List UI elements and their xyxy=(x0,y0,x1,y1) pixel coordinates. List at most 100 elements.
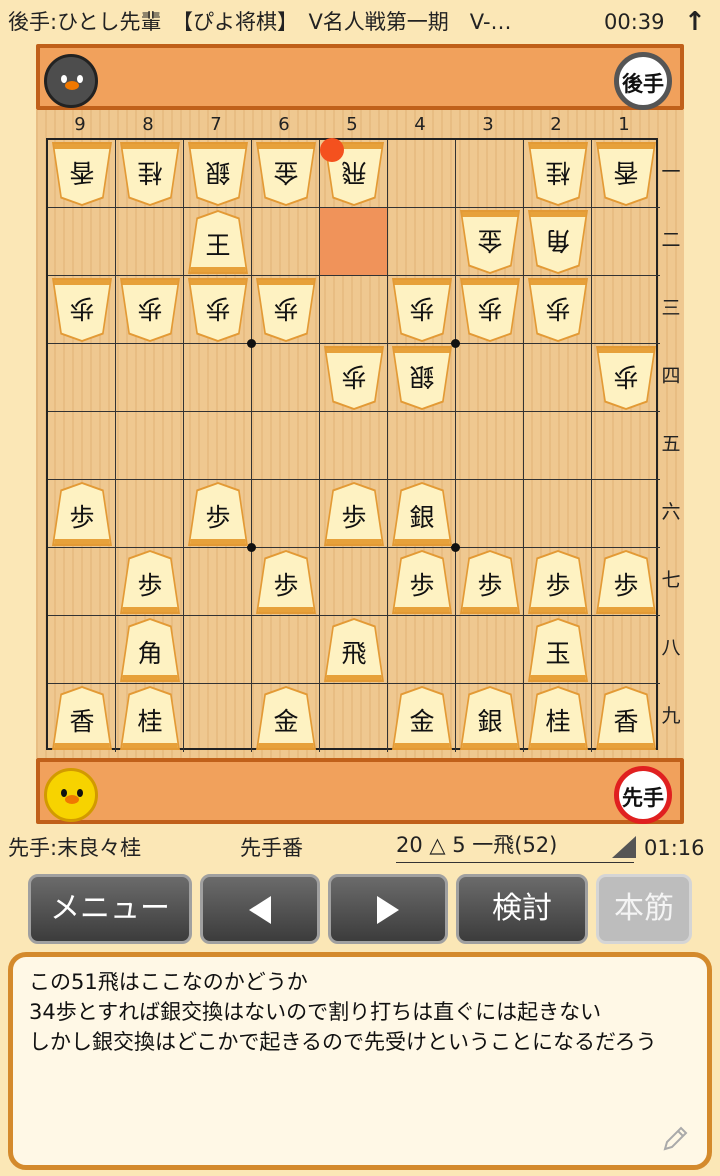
piece-label: 歩 xyxy=(545,294,571,323)
piece-label: 歩 xyxy=(205,503,231,532)
sente-clock: 01:16 xyxy=(644,836,705,860)
next-move-button[interactable] xyxy=(328,874,448,944)
sente-piece[interactable]: 桂 xyxy=(524,684,592,752)
sente-piece[interactable]: 金 xyxy=(388,684,456,752)
gote-piece[interactable]: 金 xyxy=(252,140,320,208)
rank-label: 七 xyxy=(661,569,681,591)
top-status-bar: 後手:ひとし先輩 【ぴよ将棋】 V名人戦第一期 V-… 00:39 ↑ xyxy=(0,0,720,44)
piece-label: 歩 xyxy=(409,294,435,323)
piece-label: 歩 xyxy=(477,294,503,323)
piece-label: 玉 xyxy=(545,639,571,668)
rank-label: 九 xyxy=(661,705,681,727)
piece-label: 歩 xyxy=(137,571,163,600)
gote-piece[interactable]: 桂 xyxy=(116,140,184,208)
gote-piece[interactable]: 歩 xyxy=(592,344,660,412)
gote-piece[interactable]: 歩 xyxy=(388,276,456,344)
gote-piece[interactable]: 銀 xyxy=(184,140,252,208)
sente-piece[interactable]: 桂 xyxy=(116,684,184,752)
comment-text: この51飛はここなのかどうか 34歩とすれば銀交換はないので割り打ちは直ぐには起… xyxy=(29,970,657,1054)
sente-piece[interactable]: 歩 xyxy=(388,548,456,616)
piece-label: 歩 xyxy=(341,503,367,532)
sente-piece[interactable]: 銀 xyxy=(388,480,456,548)
gote-piece[interactable]: 歩 xyxy=(116,276,184,344)
gote-piece[interactable]: 歩 xyxy=(184,276,252,344)
shogi-board[interactable]: 987654321 一二三四五六七八九 香桂銀金飛桂香王金角歩歩歩歩歩歩歩歩銀歩… xyxy=(36,110,684,758)
piece-label: 香 xyxy=(69,707,95,736)
sente-piece[interactable]: 歩 xyxy=(184,480,252,548)
gote-piece[interactable]: 角 xyxy=(524,208,592,276)
file-label: 4 xyxy=(414,114,426,135)
comment-box[interactable]: この51飛はここなのかどうか 34歩とすれば銀交換はないので割り打ちは直ぐには起… xyxy=(8,952,712,1170)
piece-label: 銀 xyxy=(409,503,435,532)
sente-piece[interactable]: 玉 xyxy=(524,616,592,684)
piece-label: 歩 xyxy=(273,571,299,600)
gote-piece[interactable]: 歩 xyxy=(456,276,524,344)
sente-piece-stand[interactable]: 先手 xyxy=(36,758,684,824)
file-label: 6 xyxy=(278,114,290,135)
game-info-bar: 先手:末良々桂 先手番 20 △ 5 一飛(52) 01:16 xyxy=(0,828,720,868)
sente-piece[interactable]: 歩 xyxy=(48,480,116,548)
piece-label: 香 xyxy=(613,158,639,187)
sente-piece[interactable]: 角 xyxy=(116,616,184,684)
sente-avatar-icon xyxy=(44,768,98,822)
next-arrow-icon xyxy=(377,895,399,924)
sente-piece[interactable]: 王 xyxy=(184,208,252,276)
gote-clock: 00:39 xyxy=(604,10,665,34)
sente-piece[interactable]: 歩 xyxy=(592,548,660,616)
sente-player-name: 先手:末良々桂 xyxy=(8,836,142,860)
file-label: 3 xyxy=(482,114,494,135)
gote-avatar-icon xyxy=(44,54,98,108)
sente-piece[interactable]: 銀 xyxy=(456,684,524,752)
piece-label: 飛 xyxy=(341,639,367,668)
menu-button[interactable]: メニュー xyxy=(28,874,192,944)
gote-piece[interactable]: 香 xyxy=(48,140,116,208)
piece-label: 桂 xyxy=(545,158,571,187)
gote-piece[interactable]: 歩 xyxy=(320,344,388,412)
gote-piece[interactable]: 歩 xyxy=(524,276,592,344)
current-move[interactable]: 20 △ 5 一飛(52) xyxy=(396,828,634,863)
gote-piece[interactable]: 金 xyxy=(456,208,524,276)
rank-label: 一 xyxy=(661,161,681,183)
move-list-dropdown-icon[interactable] xyxy=(612,836,636,858)
mainline-button: 本筋 xyxy=(596,874,692,944)
sente-piece[interactable]: 歩 xyxy=(524,548,592,616)
edit-pencil-icon[interactable] xyxy=(661,1123,691,1153)
rank-label: 六 xyxy=(661,501,681,523)
file-label: 7 xyxy=(210,114,222,135)
rank-label: 二 xyxy=(661,229,681,251)
review-button[interactable]: 検討 xyxy=(456,874,588,944)
gote-piece[interactable]: 歩 xyxy=(252,276,320,344)
gote-piece-stand[interactable]: 後手 xyxy=(36,44,684,110)
sente-piece[interactable]: 飛 xyxy=(320,616,388,684)
sente-piece[interactable]: 歩 xyxy=(320,480,388,548)
file-label: 5 xyxy=(346,114,358,135)
piece-label: 桂 xyxy=(545,707,571,736)
gote-piece[interactable]: 香 xyxy=(592,140,660,208)
turn-indicator: 先手番 xyxy=(240,836,303,860)
sente-piece[interactable]: 歩 xyxy=(252,548,320,616)
gote-piece[interactable]: 桂 xyxy=(524,140,592,208)
file-label: 2 xyxy=(550,114,562,135)
piece-label: 香 xyxy=(69,158,95,187)
sente-piece[interactable]: 香 xyxy=(48,684,116,752)
gote-piece[interactable]: 銀 xyxy=(388,344,456,412)
sente-piece[interactable]: 歩 xyxy=(456,548,524,616)
piece-label: 歩 xyxy=(273,294,299,323)
piece-label: 歩 xyxy=(613,362,639,391)
gote-piece[interactable]: 歩 xyxy=(48,276,116,344)
piece-label: 歩 xyxy=(341,362,367,391)
file-labels: 9 8 7 6 5 4 3 2 1 xyxy=(46,112,658,138)
sente-piece[interactable]: 香 xyxy=(592,684,660,752)
flip-arrow-icon[interactable]: ↑ xyxy=(684,0,706,44)
piece-label: 角 xyxy=(545,226,571,255)
file-label: 9 xyxy=(74,114,86,135)
piece-label: 歩 xyxy=(613,571,639,600)
piece-label: 歩 xyxy=(205,294,231,323)
sente-piece[interactable]: 金 xyxy=(252,684,320,752)
piece-label: 銀 xyxy=(409,362,435,391)
piece-label: 歩 xyxy=(137,294,163,323)
piece-label: 金 xyxy=(477,226,503,255)
prev-move-button[interactable] xyxy=(200,874,320,944)
board-grid[interactable]: 香桂銀金飛桂香王金角歩歩歩歩歩歩歩歩銀歩歩歩歩銀歩歩歩歩歩歩角飛玉香桂金金銀桂香 xyxy=(46,138,660,752)
sente-piece[interactable]: 歩 xyxy=(116,548,184,616)
